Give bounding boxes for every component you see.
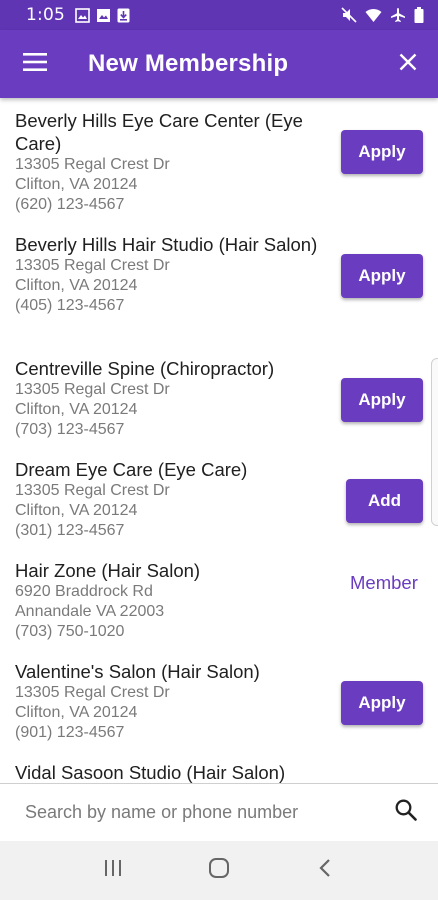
business-address: 13305 Regal Crest Dr: [15, 482, 170, 499]
search-icon: [395, 799, 417, 826]
business-name: Hair Zone (Hair Salon): [15, 560, 201, 581]
scroll-handle[interactable]: [431, 358, 438, 526]
business-name: Valentine's Salon (Hair Salon): [15, 661, 260, 682]
airplane-icon: [390, 7, 406, 23]
business-address: 13305 Regal Crest Dr: [15, 381, 170, 398]
back-button[interactable]: [295, 846, 355, 896]
home-button[interactable]: [189, 846, 249, 896]
page-title: New Membership: [88, 50, 289, 77]
app-bar: New Membership: [0, 30, 438, 98]
menu-button[interactable]: [0, 30, 70, 98]
apply-button[interactable]: Apply: [341, 130, 423, 174]
status-bar: 1:05: [0, 0, 438, 30]
business-phone: (703) 750-1020: [15, 623, 125, 640]
status-system-icons: [341, 7, 424, 23]
business-name: Vidal Sasoon Studio (Hair Salon): [15, 762, 286, 783]
business-city: Clifton, VA 20124: [15, 401, 138, 418]
status-time: 1:05: [26, 5, 65, 25]
business-phone: (620) 123-4567: [15, 196, 125, 213]
business-address: 13305 Regal Crest Dr: [15, 684, 170, 701]
recent-apps-icon: [103, 859, 123, 882]
close-icon: [399, 53, 417, 76]
business-city: Clifton, VA 20124: [15, 176, 138, 193]
list-item: Vidal Sasoon Studio (Hair Salon): [0, 761, 438, 783]
business-name: Centreville Spine (Chiropractor): [15, 358, 275, 379]
business-phone: (405) 123-4567: [15, 297, 125, 314]
business-address: 13305 Regal Crest Dr: [15, 156, 170, 173]
business-address: 13305 Regal Crest Dr: [15, 257, 170, 274]
business-city: Clifton, VA 20124: [15, 502, 138, 519]
business-phone: (301) 123-4567: [15, 522, 125, 539]
photo-icon: [96, 8, 111, 23]
home-icon: [208, 857, 230, 884]
business-city: Clifton, VA 20124: [15, 277, 138, 294]
member-status-label: Member: [350, 572, 418, 593]
recent-apps-button[interactable]: [83, 846, 143, 896]
wifi-icon: [365, 8, 382, 23]
back-icon: [318, 858, 332, 883]
business-name: Dream Eye Care (Eye Care): [15, 459, 248, 480]
add-button[interactable]: Add: [346, 479, 423, 523]
image-icon: [75, 7, 90, 23]
close-button[interactable]: [378, 30, 438, 98]
mute-icon: [341, 7, 357, 23]
business-list[interactable]: Beverly Hills Eye Care Center (Eye Care)…: [0, 98, 438, 783]
business-phone: (901) 123-4567: [15, 724, 125, 741]
apply-button[interactable]: Apply: [341, 681, 423, 725]
search-input[interactable]: [25, 802, 365, 823]
business-name: Beverly Hills Hair Studio (Hair Salon): [15, 234, 318, 255]
business-city: Annandale VA 22003: [15, 603, 165, 620]
system-nav-bar: [0, 841, 438, 900]
apply-button[interactable]: Apply: [341, 378, 423, 422]
business-name: Beverly Hills Eye Care Center (Eye Care): [15, 110, 303, 154]
download-icon: [117, 8, 130, 23]
business-address: 6920 Braddrock Rd: [15, 583, 153, 600]
business-phone: (703) 123-4567: [15, 421, 125, 438]
battery-icon: [414, 7, 424, 23]
hamburger-menu-icon: [23, 52, 47, 76]
search-button[interactable]: [392, 799, 420, 827]
search-bar: [0, 783, 438, 841]
business-city: Clifton, VA 20124: [15, 704, 138, 721]
apply-button[interactable]: Apply: [341, 254, 423, 298]
status-notification-icons: [75, 7, 130, 23]
